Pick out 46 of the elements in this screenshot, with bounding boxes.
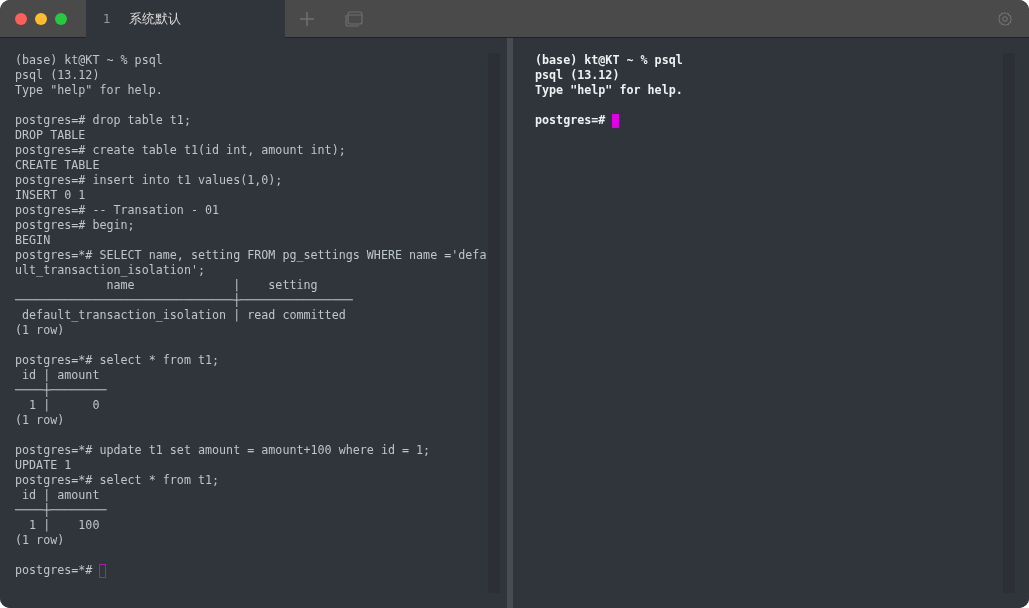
terminal-line: 1 | 0 — [28, 398, 101, 413]
terminal-prompt: postgres=*# — [15, 563, 93, 578]
terminal-line: id | amount — [21, 488, 101, 503]
tab-number: 1 — [103, 11, 112, 26]
terminal-line: postgres=*# update t1 set amount = amount+100 where id = 1; — [15, 443, 432, 458]
zoom-button[interactable] — [55, 12, 67, 25]
terminal-line: postgres=# insert into t1 values(1,0); — [15, 173, 284, 188]
terminal-prompt: postgres=# — [535, 113, 606, 128]
terminal-line: postgres=*# select * from t1; — [15, 473, 221, 488]
minimize-button[interactable] — [35, 12, 47, 25]
terminal-line: (1 row) — [15, 323, 66, 338]
terminal-line: (1 row) — [15, 533, 66, 548]
terminal-line: INSERT 0 1 — [15, 188, 87, 203]
terminal-line: DROP TABLE — [15, 128, 87, 143]
terminal-line: UPDATE 1 — [15, 458, 73, 473]
window-icon[interactable] — [345, 10, 363, 27]
terminal-line: 1 | 100 — [28, 518, 101, 533]
terminal-line: postgres=# -- Transation - 01 — [15, 203, 221, 218]
terminal-line: postgres=# begin; — [15, 218, 136, 233]
terminal-line: postgres=# create table t1(id int, amount int); — [15, 143, 347, 158]
terminal-line: ───────────────────────────────┼──────────────── — [15, 293, 354, 308]
settings-icon[interactable] — [997, 10, 1013, 27]
terminal-line: BEGIN — [15, 233, 52, 248]
terminal-line: (base) kt@KT ~ % psql — [15, 53, 164, 68]
new-tab-icon[interactable] — [300, 11, 314, 26]
text-cursor — [612, 113, 620, 128]
text-cursor — [99, 563, 107, 578]
terminal-line: default_transaction_isolation | read committed — [21, 308, 347, 323]
terminal-line: postgres=# drop table t1; — [15, 113, 192, 128]
terminal-line: CREATE TABLE — [15, 158, 101, 173]
terminal-line: postgres=*# SELECT name, setting FROM pg_settings WHERE name ='defa — [15, 248, 488, 263]
terminal-line: name | setting — [105, 278, 319, 293]
terminal-line: ────┼──────── — [15, 503, 108, 518]
terminal-line: postgres=*# select * from t1; — [15, 353, 221, 368]
terminal-line: Type "help" for help. — [535, 83, 684, 98]
terminal-line: id | amount — [21, 368, 101, 383]
terminal-line: psql (13.12) — [15, 68, 101, 83]
tab-title: 系统默认 — [129, 9, 181, 28]
terminal-line: ────┼──────── — [15, 383, 108, 398]
close-button[interactable] — [15, 12, 27, 25]
terminal-tab[interactable]: 1 系统默认 — [86, 0, 285, 38]
terminal-line: ult_transaction_isolation'; — [15, 263, 206, 278]
terminal-line: psql (13.12) — [535, 68, 621, 83]
terminal-line: (base) kt@KT ~ % psql — [535, 53, 684, 68]
terminal-line: Type "help" for help. — [15, 83, 164, 98]
terminal-line: (1 row) — [15, 413, 66, 428]
